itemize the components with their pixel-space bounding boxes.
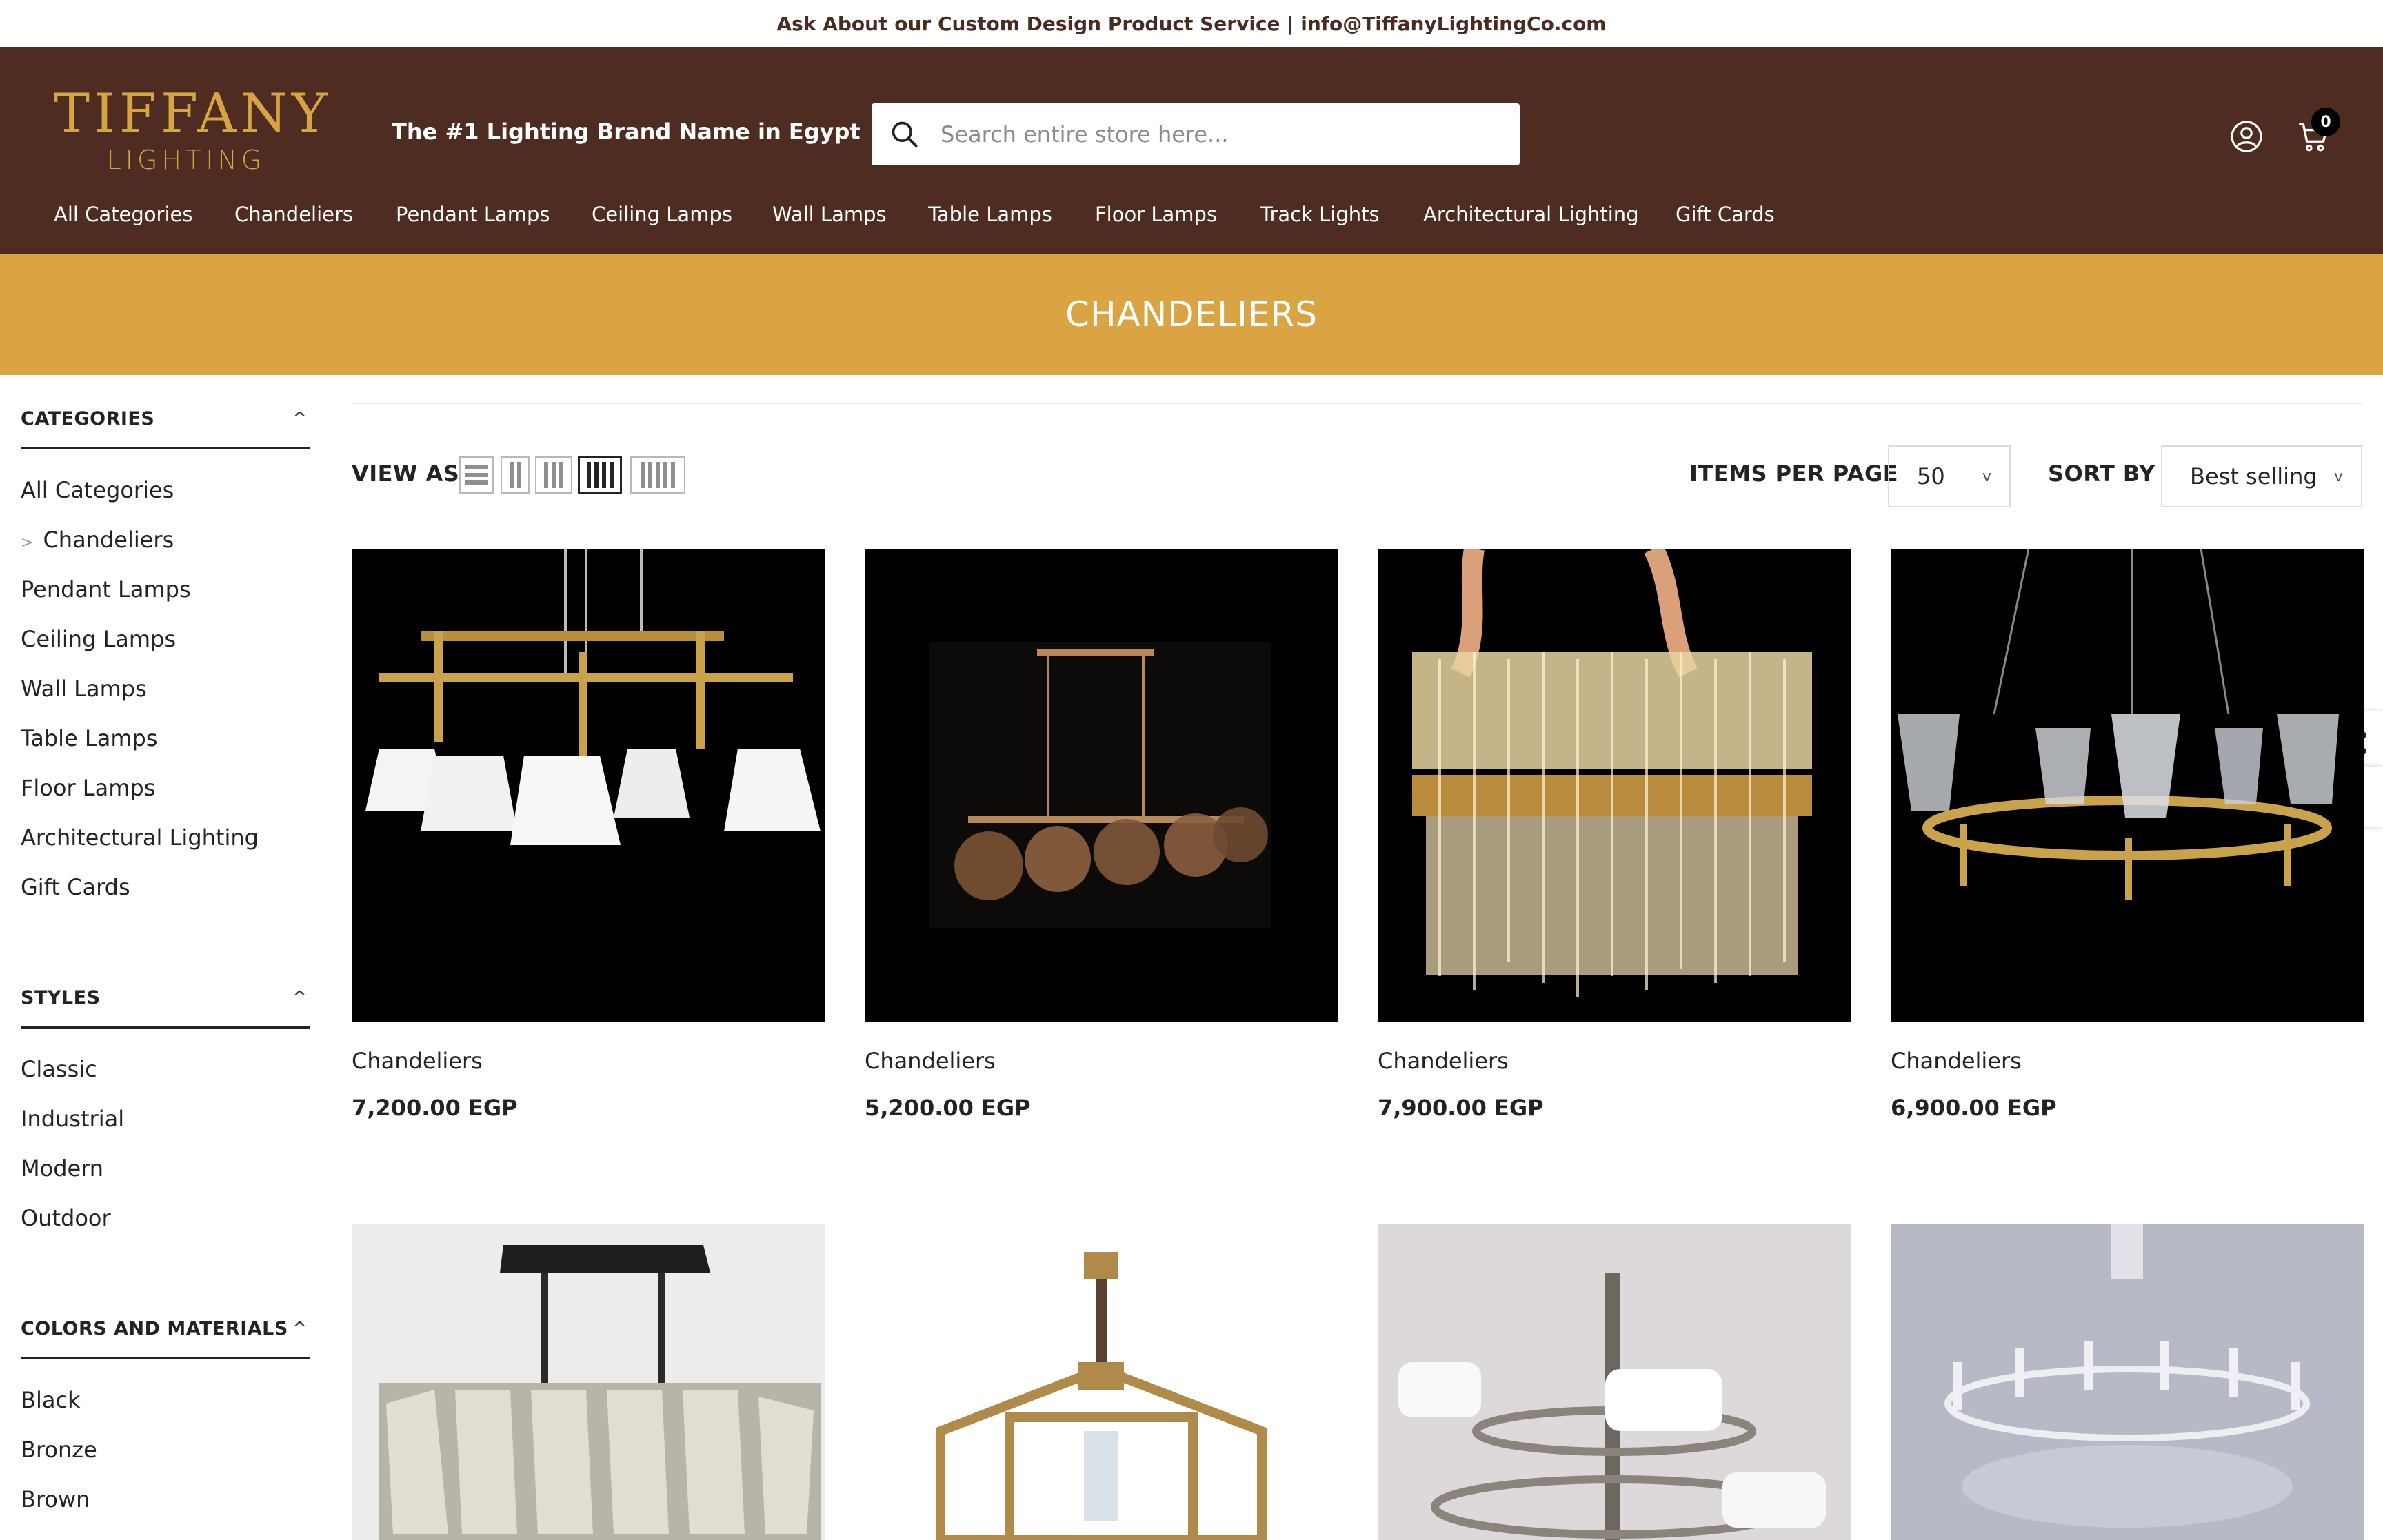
search-bar[interactable] (872, 103, 1520, 165)
product-card[interactable]: Chandeliers 5,200.00 EGP (865, 549, 1338, 1121)
chevron-up-icon: ^ (292, 1318, 308, 1339)
product-card[interactable] (865, 1224, 1338, 1540)
sidebar-item-black[interactable]: Black (21, 1387, 81, 1413)
chevron-up-icon: ^ (292, 408, 308, 429)
sidebar-item-outdoor[interactable]: Outdoor (21, 1205, 111, 1231)
nav-item-architectural-lighting[interactable]: Architectural Lighting (1423, 203, 1639, 226)
items-per-page-label: ITEMS PER PAGE (1689, 460, 1899, 487)
colors-filter: COLORS AND MATERIALS ^ (21, 1285, 310, 1359)
collection-title: CHANDELIERS (1065, 294, 1318, 334)
sidebar-item-table-lamps[interactable]: Table Lamps (21, 725, 158, 751)
product-price: 5,200.00 EGP (865, 1095, 1031, 1121)
styles-filter-header[interactable]: STYLES ^ (21, 954, 310, 1029)
product-card[interactable] (1378, 1224, 1851, 1540)
announcement-bar: Ask About our Custom Design Product Serv… (0, 0, 2383, 47)
product-image[interactable] (1378, 549, 1851, 1022)
product-image[interactable] (1891, 549, 2364, 1022)
product-card[interactable]: Chandeliers 6,900.00 EGP (1891, 549, 2364, 1121)
collection-banner: CHANDELIERS (0, 254, 2383, 375)
product-title[interactable]: Chandeliers (1378, 1048, 1851, 1074)
sort-by-label: SORT BY (2048, 460, 2155, 487)
sidebar-item-brown[interactable]: Brown (21, 1486, 90, 1512)
logo[interactable]: TIFFANY LIGHTING (54, 83, 332, 179)
product-price: 7,900.00 EGP (1378, 1095, 1544, 1121)
sidebar-item-pendant-lamps[interactable]: Pendant Lamps (21, 576, 191, 602)
view-grid-5-button[interactable] (630, 456, 685, 494)
logo-sub-text: LIGHTING (106, 145, 266, 175)
sort-by-select[interactable]: Best selling v (2161, 445, 2362, 507)
product-price: 6,900.00 EGP (1891, 1095, 2057, 1121)
nav-item-table-lamps[interactable]: Table Lamps (928, 203, 1052, 226)
product-image[interactable] (865, 1224, 1338, 1540)
items-per-page-select[interactable]: 50 v (1888, 445, 2011, 507)
chevron-down-icon: v (1982, 467, 1991, 485)
tagline: The #1 Lighting Brand Name in Egypt (392, 119, 861, 145)
nav-item-all-categories[interactable]: All Categories (54, 203, 193, 226)
product-image[interactable] (352, 549, 825, 1022)
categories-filter: CATEGORIES ^ (21, 375, 310, 449)
sidebar-item-bronze[interactable]: Bronze (21, 1437, 97, 1463)
view-grid-3-button[interactable] (535, 456, 572, 494)
sidebar-item-ceiling-lamps[interactable]: Ceiling Lamps (21, 626, 176, 652)
account-icon[interactable] (2230, 120, 2263, 153)
styles-filter-title: STYLES (21, 987, 101, 1009)
chevron-up-icon: ^ (292, 987, 308, 1009)
items-per-page-value: 50 (1917, 463, 1945, 489)
nav-item-ceiling-lamps[interactable]: Ceiling Lamps (592, 203, 732, 226)
categories-filter-header[interactable]: CATEGORIES ^ (21, 375, 310, 449)
product-price: 7,200.00 EGP (352, 1095, 518, 1121)
product-title[interactable]: Chandeliers (352, 1048, 825, 1074)
search-icon[interactable] (889, 119, 920, 150)
colors-filter-title: COLORS AND MATERIALS (21, 1318, 288, 1339)
sidebar-item-floor-lamps[interactable]: Floor Lamps (21, 775, 155, 801)
nav-item-track-lights[interactable]: Track Lights (1260, 203, 1380, 226)
cart-count-badge: 0 (2311, 108, 2340, 136)
product-title[interactable]: Chandeliers (865, 1048, 1338, 1074)
chevron-down-icon: v (2333, 467, 2343, 485)
view-list-button[interactable] (459, 456, 494, 494)
sidebar-item-all-categories[interactable]: All Categories (21, 477, 174, 503)
toolbar-divider (352, 403, 2362, 404)
product-image[interactable] (352, 1224, 825, 1540)
view-grid-4-button[interactable] (578, 456, 622, 494)
nav-item-gift-cards[interactable]: Gift Cards (1676, 203, 1775, 226)
nav-item-wall-lamps[interactable]: Wall Lamps (772, 203, 887, 226)
sidebar-item-label: Chandeliers (43, 527, 174, 553)
sort-by-value: Best selling (2190, 463, 2317, 489)
colors-filter-header[interactable]: COLORS AND MATERIALS ^ (21, 1285, 310, 1359)
product-image[interactable] (865, 549, 1338, 1022)
product-card[interactable] (352, 1224, 825, 1540)
view-as-label: VIEW AS (352, 460, 460, 487)
sidebar-item-industrial[interactable]: Industrial (21, 1106, 124, 1132)
categories-filter-title: CATEGORIES (21, 408, 155, 429)
nav-item-chandeliers[interactable]: Chandeliers (234, 203, 353, 226)
styles-filter: STYLES ^ (21, 954, 310, 1029)
logo-main-text: TIFFANY (54, 83, 332, 145)
sidebar-item-gift-cards[interactable]: Gift Cards (21, 874, 130, 900)
chevron-right-icon: > (21, 534, 34, 551)
announcement-text: Ask About our Custom Design Product Serv… (776, 12, 1607, 35)
product-card[interactable] (1891, 1224, 2364, 1540)
sidebar-item-wall-lamps[interactable]: Wall Lamps (21, 676, 147, 702)
nav-item-pendant-lamps[interactable]: Pendant Lamps (396, 203, 550, 226)
product-card[interactable]: Chandeliers 7,900.00 EGP (1378, 549, 1851, 1121)
sidebar-item-architectural-lighting[interactable]: Architectural Lighting (21, 824, 259, 851)
product-title[interactable]: Chandeliers (1891, 1048, 2364, 1074)
sidebar-item-chandeliers[interactable]: > Chandeliers (21, 527, 174, 553)
product-image[interactable] (1891, 1224, 2364, 1540)
sidebar-item-modern[interactable]: Modern (21, 1155, 103, 1182)
view-grid-2-button[interactable] (501, 456, 530, 494)
search-input[interactable] (941, 121, 1492, 148)
product-image[interactable] (1378, 1224, 1851, 1540)
nav-item-floor-lamps[interactable]: Floor Lamps (1095, 203, 1217, 226)
sidebar-item-classic[interactable]: Classic (21, 1056, 97, 1082)
product-card[interactable]: Chandeliers 7,200.00 EGP (352, 549, 825, 1121)
